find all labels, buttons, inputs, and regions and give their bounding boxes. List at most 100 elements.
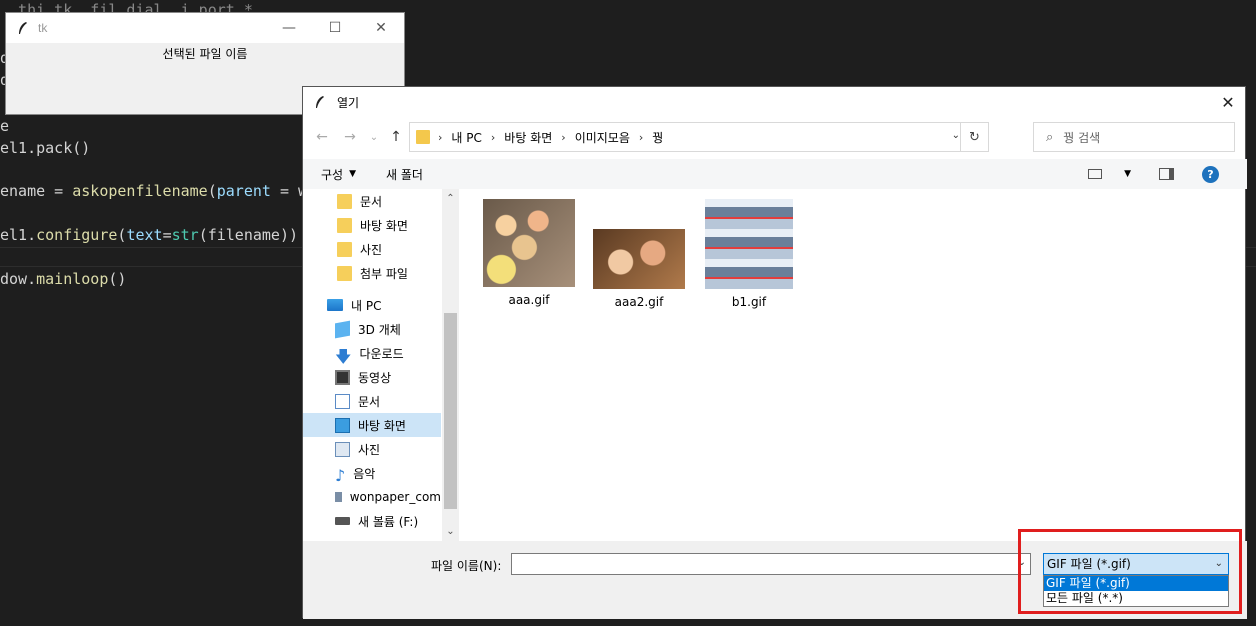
up-arrow-icon[interactable]: ↑ xyxy=(385,126,407,148)
folder-icon xyxy=(337,265,352,281)
sidebar-item-videos[interactable]: 동영상 xyxy=(303,365,441,389)
sidebar-item-documents[interactable]: 문서 xyxy=(303,389,441,413)
forward-arrow-icon[interactable]: → xyxy=(339,126,361,148)
music-icon: ♪ xyxy=(335,465,346,485)
sidebar-item-downloads[interactable]: 🡇 다운로드 xyxy=(303,341,441,366)
code-token: text xyxy=(126,226,163,244)
preview-pane-button[interactable] xyxy=(1159,168,1188,180)
breadcrumb-item[interactable]: 내 PC xyxy=(451,129,481,146)
help-icon: ? xyxy=(1202,165,1219,183)
sidebar-item-label: 동영상 xyxy=(358,370,392,385)
document-icon xyxy=(335,393,350,409)
file-item[interactable]: aaa.gif xyxy=(481,199,577,307)
pc-icon xyxy=(327,299,343,311)
code-token: mainloop xyxy=(36,270,109,288)
video-icon xyxy=(335,369,350,385)
code-token: ( xyxy=(207,182,217,200)
scrollbar-thumb[interactable] xyxy=(444,313,457,509)
back-arrow-icon[interactable]: ← xyxy=(311,126,333,148)
code-fragment: e xyxy=(0,117,10,135)
maximize-button[interactable]: ☐ xyxy=(312,13,358,43)
new-folder-button[interactable]: 새 폴더 xyxy=(386,166,423,183)
file-name: aaa2.gif xyxy=(614,295,664,309)
code-token: () xyxy=(108,270,127,288)
sidebar-item-network-drive[interactable]: wonpaper_com xyxy=(303,485,441,509)
scroll-down-icon[interactable]: ⌄ xyxy=(442,526,459,537)
folder-icon xyxy=(337,193,352,209)
chevron-down-icon[interactable]: ⌄ xyxy=(952,130,960,141)
navigation-bar: ← → ⌄ ↑ › 내 PC › 바탕 화면 › 이미지모음 › 꿩 ⌄ ↻ ⌕… xyxy=(303,121,1247,153)
filename-input[interactable]: ⌄ xyxy=(511,553,1031,575)
help-button[interactable]: ? xyxy=(1202,165,1233,183)
refresh-icon[interactable]: ↻ xyxy=(960,123,988,151)
sidebar-item-attachments[interactable]: 첨부 파일 xyxy=(303,261,441,285)
file-item[interactable]: aaa2.gif xyxy=(591,229,687,309)
code-token: str xyxy=(171,226,199,244)
pictures-icon xyxy=(335,441,350,457)
download-icon: 🡇 xyxy=(335,346,352,366)
highlight-annotation-box xyxy=(1018,529,1242,614)
sidebar-item-volume-f[interactable]: 새 볼륨 (F:) xyxy=(303,509,441,533)
chevron-right-icon: › xyxy=(490,130,496,144)
chevron-right-icon: › xyxy=(438,130,443,144)
sidebar-item-label: 문서 xyxy=(358,394,381,409)
dialog-close-button[interactable]: ✕ xyxy=(1211,87,1245,117)
selected-filename-label: 선택된 파일 이름 xyxy=(162,47,248,61)
sidebar-item-this-pc[interactable]: 내 PC xyxy=(303,293,441,317)
code-line-askopenfilename: ename = askopenfilename(parent = wi xyxy=(0,181,316,201)
sidebar-item-label: 새 볼륨 (F:) xyxy=(358,514,419,529)
breadcrumb: › 내 PC › 바탕 화면 › 이미지모음 › 꿩 xyxy=(438,129,663,146)
caret-down-icon: ▼ xyxy=(1124,169,1131,179)
file-thumbnail xyxy=(593,229,685,289)
folder-icon xyxy=(337,217,352,233)
caret-down-icon: ▼ xyxy=(349,169,357,179)
view-options-button[interactable]: ▼ xyxy=(1088,169,1145,179)
organize-label: 구성 xyxy=(321,167,344,182)
search-placeholder: 꿩 검색 xyxy=(1063,130,1101,145)
sidebar-item-documents-quick[interactable]: 문서 xyxy=(303,189,441,213)
sidebar-item-desktop-quick[interactable]: 바탕 화면 xyxy=(303,213,441,237)
scroll-up-icon[interactable]: ⌃ xyxy=(442,193,459,204)
preview-pane-icon xyxy=(1159,168,1174,180)
organize-button[interactable]: 구성 ▼ xyxy=(321,166,356,183)
minimize-button[interactable]: — xyxy=(266,13,312,43)
file-thumbnail xyxy=(705,199,793,289)
recent-locations-icon[interactable]: ⌄ xyxy=(363,126,385,148)
sidebar-item-label: 사진 xyxy=(360,242,383,257)
chevron-right-icon: › xyxy=(638,130,644,144)
toolbar-right: ▼ ? xyxy=(1088,159,1247,189)
sidebar-item-desktop[interactable]: 바탕 화면 xyxy=(303,413,441,437)
file-thumbnail xyxy=(483,199,575,287)
code-line-configure: el1.configure(text=str(filename)) xyxy=(0,225,298,245)
address-bar[interactable]: › 내 PC › 바탕 화면 › 이미지모음 › 꿩 ⌄ ↻ xyxy=(409,122,989,152)
navigation-pane: 문서 바탕 화면 사진 첨부 파일 내 PC 3D 개체 🡇 다운로드 동영상 문… xyxy=(303,189,459,541)
3d-objects-icon xyxy=(335,320,350,338)
code-token: = xyxy=(162,226,172,244)
close-button[interactable]: ✕ xyxy=(358,13,404,43)
view-icon xyxy=(1088,169,1103,179)
code-token: dow. xyxy=(0,270,37,288)
sidebar-item-music[interactable]: ♪ 음악 xyxy=(303,461,441,485)
sidebar-item-pictures-quick[interactable]: 사진 xyxy=(303,237,441,261)
code-token: configure xyxy=(36,226,118,244)
dialog-titlebar[interactable]: 열기 xyxy=(303,87,1245,117)
breadcrumb-item[interactable]: 꿩 xyxy=(652,129,663,146)
sidebar-item-3d-objects[interactable]: 3D 개체 xyxy=(303,317,441,341)
sidebar-item-label: 문서 xyxy=(360,194,383,209)
sidebar-item-pictures[interactable]: 사진 xyxy=(303,437,441,461)
sidebar-item-label: 다운로드 xyxy=(359,346,404,361)
code-line-pack: el1.pack() xyxy=(0,139,91,157)
feather-icon xyxy=(316,96,324,108)
code-token: (filename)) xyxy=(198,226,299,244)
navigation-scrollbar[interactable]: ⌃ ⌄ xyxy=(442,189,459,541)
search-input[interactable]: ⌕ 꿩 검색 xyxy=(1033,122,1235,152)
tk-window-title: tk xyxy=(38,21,48,35)
breadcrumb-item[interactable]: 이미지모음 xyxy=(575,129,630,146)
file-item[interactable]: b1.gif xyxy=(701,199,797,309)
breadcrumb-item[interactable]: 바탕 화면 xyxy=(504,129,552,146)
command-toolbar: 구성 ▼ 새 폴더 ▼ ? xyxy=(303,159,1247,189)
folder-icon xyxy=(337,241,352,257)
file-name: b1.gif xyxy=(731,295,767,309)
search-icon: ⌕ xyxy=(1046,129,1054,145)
code-line-mainloop: dow.mainloop() xyxy=(0,269,126,289)
